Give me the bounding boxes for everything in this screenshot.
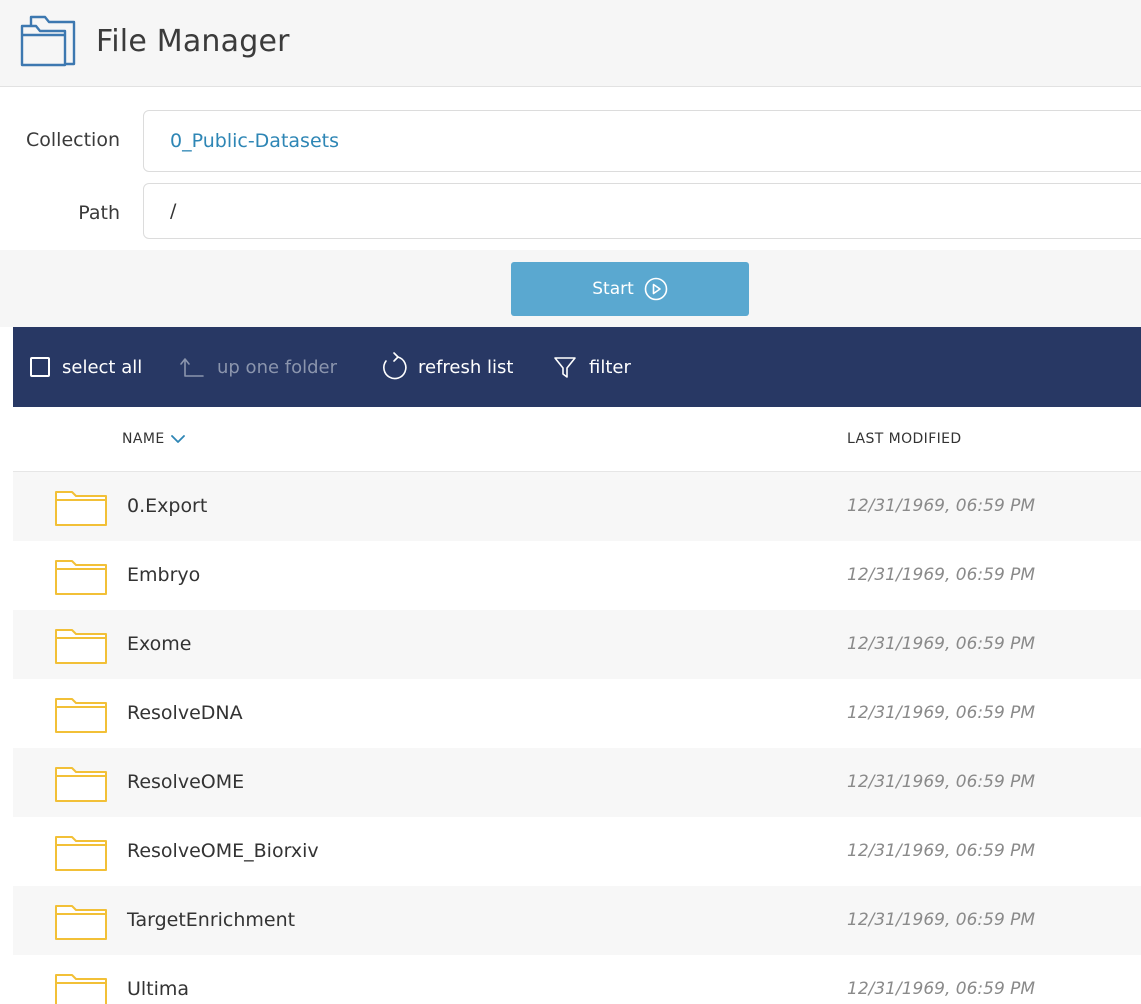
path-field[interactable]: / xyxy=(143,183,1141,239)
file-name[interactable]: ResolveDNA xyxy=(127,702,243,724)
filter-label: filter xyxy=(589,356,631,378)
page-header: File Manager xyxy=(0,0,1141,87)
folder-stack-icon xyxy=(20,15,76,67)
table-row[interactable]: ResolveDNA 12/31/1969, 06:59 PM xyxy=(13,679,1141,748)
folder-icon xyxy=(55,629,107,664)
folder-icon xyxy=(55,491,107,526)
table-row[interactable]: Exome 12/31/1969, 06:59 PM xyxy=(13,610,1141,679)
folder-icon xyxy=(55,698,107,733)
filter-button[interactable]: filter xyxy=(553,327,631,407)
table-row[interactable]: Embryo 12/31/1969, 06:59 PM xyxy=(13,541,1141,610)
file-name[interactable]: ResolveOME_Biorxiv xyxy=(127,840,319,862)
file-name[interactable]: Ultima xyxy=(127,978,189,1000)
last-modified-column-header[interactable]: LAST MODIFIED xyxy=(847,431,962,447)
folder-icon xyxy=(55,974,107,1004)
file-modified: 12/31/1969, 06:59 PM xyxy=(847,565,1036,585)
file-modified: 12/31/1969, 06:59 PM xyxy=(847,703,1036,723)
folder-icon xyxy=(55,767,107,802)
table-row[interactable]: TargetEnrichment 12/31/1969, 06:59 PM xyxy=(13,886,1141,955)
start-label: Start xyxy=(592,279,634,299)
file-name[interactable]: 0.Export xyxy=(127,495,207,517)
collection-label: Collection xyxy=(26,129,120,151)
path-label: Path xyxy=(78,202,120,224)
path-value: / xyxy=(170,200,177,222)
play-circle-icon xyxy=(644,277,668,301)
file-modified: 12/31/1969, 06:59 PM xyxy=(847,772,1036,792)
list-header: NAME LAST MODIFIED xyxy=(13,407,1141,472)
file-modified: 12/31/1969, 06:59 PM xyxy=(847,910,1036,930)
folder-icon xyxy=(55,836,107,871)
file-modified: 12/31/1969, 06:59 PM xyxy=(847,979,1036,999)
select-all-checkbox[interactable] xyxy=(30,357,50,377)
up-one-folder-label: up one folder xyxy=(217,356,338,378)
file-list: 0.Export 12/31/1969, 06:59 PM Embryo 12/31/… xyxy=(13,472,1141,1004)
name-column-label: NAME xyxy=(122,431,165,447)
refresh-list-button[interactable]: refresh list xyxy=(380,327,513,407)
refresh-icon xyxy=(383,352,407,380)
table-row[interactable]: 0.Export 12/31/1969, 06:59 PM xyxy=(13,472,1141,541)
select-all-button[interactable]: select all xyxy=(30,327,142,407)
table-row[interactable]: ResolveOME_Biorxiv 12/31/1969, 06:59 PM xyxy=(13,817,1141,886)
page-title: File Manager xyxy=(96,24,290,59)
table-row[interactable]: ResolveOME 12/31/1969, 06:59 PM xyxy=(13,748,1141,817)
filter-icon xyxy=(554,357,576,378)
folder-icon xyxy=(55,905,107,940)
collection-value: 0_Public-Datasets xyxy=(170,130,339,152)
refresh-list-label: refresh list xyxy=(418,356,514,378)
up-one-folder-button[interactable]: up one folder xyxy=(179,327,337,407)
folder-icon xyxy=(55,560,107,595)
start-button[interactable]: Start xyxy=(511,262,749,316)
chevron-down-icon xyxy=(170,435,185,443)
file-modified: 12/31/1969, 06:59 PM xyxy=(847,634,1036,654)
file-modified: 12/31/1969, 06:59 PM xyxy=(847,841,1036,861)
up-arrow-icon xyxy=(180,358,204,377)
file-toolbar: select all up one folder refresh list fi… xyxy=(13,327,1141,407)
file-name[interactable]: Embryo xyxy=(127,564,200,586)
file-name[interactable]: TargetEnrichment xyxy=(127,909,295,931)
file-name[interactable]: ResolveOME xyxy=(127,771,244,793)
table-row[interactable]: Ultima 12/31/1969, 06:59 PM xyxy=(13,955,1141,1004)
select-all-label: select all xyxy=(62,356,143,378)
file-modified: 12/31/1969, 06:59 PM xyxy=(847,496,1036,516)
collection-field[interactable]: 0_Public-Datasets xyxy=(143,110,1141,172)
file-name[interactable]: Exome xyxy=(127,633,192,655)
name-column-header[interactable]: NAME xyxy=(122,431,185,447)
